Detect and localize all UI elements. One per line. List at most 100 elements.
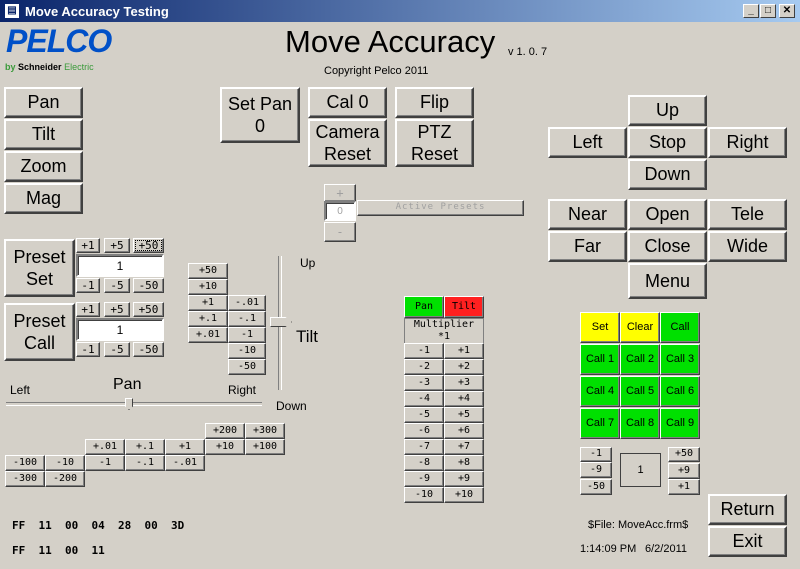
multiplier-tilt-toggle[interactable]: Tilt	[444, 296, 484, 318]
near-button[interactable]: Near	[548, 199, 627, 230]
left-button[interactable]: Left	[548, 127, 627, 158]
cal0-button[interactable]: Cal 0	[308, 87, 387, 118]
preset-call-value[interactable]: 1	[76, 318, 164, 341]
preset-set-plus50[interactable]: +50	[133, 238, 164, 253]
pan-step-minus1[interactable]: -1	[85, 455, 125, 471]
pan-step-plus1[interactable]: +1	[165, 439, 205, 455]
down-button[interactable]: Down	[628, 159, 707, 190]
preset-set-minus5[interactable]: -5	[104, 278, 130, 293]
active-presets-value[interactable]: 0	[324, 201, 356, 221]
tilt-step-plus0.01[interactable]: +.01	[188, 327, 228, 343]
mag-mode-button[interactable]: Mag	[4, 183, 83, 214]
pan-step-plus200[interactable]: +200	[205, 423, 245, 439]
maximize-button[interactable]: □	[760, 4, 776, 18]
pattern-set-button[interactable]: Set	[580, 312, 620, 343]
preset-set-button[interactable]: Preset Set	[4, 239, 75, 297]
right-button[interactable]: Right	[708, 127, 787, 158]
tilt-step-minus10[interactable]: -10	[228, 343, 266, 359]
multiplier-plus-1[interactable]: +1	[444, 343, 484, 359]
preset-set-minus1[interactable]: -1	[76, 278, 100, 293]
tilt-step-minus50[interactable]: -50	[228, 359, 266, 375]
pan-step-minus0.1[interactable]: -.1	[125, 455, 165, 471]
pattern-call-9-button[interactable]: Call 9	[660, 408, 700, 439]
preset-call-minus5[interactable]: -5	[104, 342, 130, 357]
pattern-call-button[interactable]: Call	[660, 312, 700, 343]
pattern-call-2-button[interactable]: Call 2	[620, 344, 660, 375]
active-presets-minus[interactable]: -	[324, 222, 356, 242]
multiplier-plus-5[interactable]: +5	[444, 407, 484, 423]
tilt-step-minus1[interactable]: -1	[228, 327, 266, 343]
pattern-call-7-button[interactable]: Call 7	[580, 408, 620, 439]
preset-set-value[interactable]: 1	[76, 254, 164, 277]
pan-mode-button[interactable]: Pan	[4, 87, 83, 118]
pattern-plus1[interactable]: +1	[668, 479, 700, 495]
return-button[interactable]: Return	[708, 494, 787, 525]
multiplier-plus-9[interactable]: +9	[444, 471, 484, 487]
tilt-step-plus1[interactable]: +1	[188, 295, 228, 311]
preset-set-plus1[interactable]: +1	[76, 238, 100, 253]
preset-call-plus50[interactable]: +50	[133, 302, 164, 317]
tilt-step-minus0.01[interactable]: -.01	[228, 295, 266, 311]
multiplier-plus-4[interactable]: +4	[444, 391, 484, 407]
pan-step-minus0.01[interactable]: -.01	[165, 455, 205, 471]
pan-slider-track[interactable]	[6, 402, 262, 406]
multiplier-minus-3[interactable]: -3	[404, 375, 444, 391]
pattern-call-8-button[interactable]: Call 8	[620, 408, 660, 439]
flip-button[interactable]: Flip	[395, 87, 474, 118]
active-presets-plus[interactable]: +	[324, 184, 356, 202]
multiplier-pan-toggle[interactable]: Pan	[404, 296, 444, 318]
pattern-plus9[interactable]: +9	[668, 463, 700, 479]
multiplier-plus-7[interactable]: +7	[444, 439, 484, 455]
camera-reset-button[interactable]: Camera Reset	[308, 119, 387, 167]
tilt-step-minus0.1[interactable]: -.1	[228, 311, 266, 327]
tilt-step-plus50[interactable]: +50	[188, 263, 228, 279]
pattern-call-3-button[interactable]: Call 3	[660, 344, 700, 375]
multiplier-plus-10[interactable]: +10	[444, 487, 484, 503]
zoom-mode-button[interactable]: Zoom	[4, 151, 83, 182]
open-button[interactable]: Open	[628, 199, 707, 230]
preset-set-plus5[interactable]: +5	[104, 238, 130, 253]
wide-button[interactable]: Wide	[708, 231, 787, 262]
pattern-call-5-button[interactable]: Call 5	[620, 376, 660, 407]
pan-step-plus100[interactable]: +100	[245, 439, 285, 455]
tilt-mode-button[interactable]: Tilt	[4, 119, 83, 150]
tilt-slider-thumb[interactable]	[270, 317, 292, 327]
multiplier-minus-1[interactable]: -1	[404, 343, 444, 359]
preset-call-plus1[interactable]: +1	[76, 302, 100, 317]
multiplier-minus-6[interactable]: -6	[404, 423, 444, 439]
pattern-clear-button[interactable]: Clear	[620, 312, 660, 343]
pan-step-minus10[interactable]: -10	[45, 455, 85, 471]
stop-button[interactable]: Stop	[628, 127, 707, 158]
tilt-step-plus10[interactable]: +10	[188, 279, 228, 295]
multiplier-minus-8[interactable]: -8	[404, 455, 444, 471]
tele-button[interactable]: Tele	[708, 199, 787, 230]
pan-step-plus0.1[interactable]: +.1	[125, 439, 165, 455]
pan-step-plus0.01[interactable]: +.01	[85, 439, 125, 455]
pattern-call-4-button[interactable]: Call 4	[580, 376, 620, 407]
pan-step-minus300[interactable]: -300	[5, 471, 45, 487]
pattern-call-6-button[interactable]: Call 6	[660, 376, 700, 407]
multiplier-plus-8[interactable]: +8	[444, 455, 484, 471]
pan-slider-thumb[interactable]	[125, 398, 133, 410]
pan-step-minus200[interactable]: -200	[45, 471, 85, 487]
preset-call-button[interactable]: Preset Call	[4, 303, 75, 361]
menu-button[interactable]: Menu	[628, 263, 707, 299]
pan-step-minus100[interactable]: -100	[5, 455, 45, 471]
pattern-minus1[interactable]: -1	[580, 447, 612, 462]
pattern-call-1-button[interactable]: Call 1	[580, 344, 620, 375]
multiplier-minus-10[interactable]: -10	[404, 487, 444, 503]
pattern-plus50[interactable]: +50	[668, 447, 700, 462]
ptz-reset-button[interactable]: PTZ Reset	[395, 119, 474, 167]
multiplier-plus-3[interactable]: +3	[444, 375, 484, 391]
minimize-button[interactable]: _	[743, 4, 759, 18]
tilt-step-plus0.1[interactable]: +.1	[188, 311, 228, 327]
preset-call-minus1[interactable]: -1	[76, 342, 100, 357]
multiplier-minus-4[interactable]: -4	[404, 391, 444, 407]
preset-call-plus5[interactable]: +5	[104, 302, 130, 317]
up-button[interactable]: Up	[628, 95, 707, 126]
far-button[interactable]: Far	[548, 231, 627, 262]
pan-step-plus300[interactable]: +300	[245, 423, 285, 439]
multiplier-plus-2[interactable]: +2	[444, 359, 484, 375]
close-iris-button[interactable]: Close	[628, 231, 707, 262]
pan-step-plus10[interactable]: +10	[205, 439, 245, 455]
